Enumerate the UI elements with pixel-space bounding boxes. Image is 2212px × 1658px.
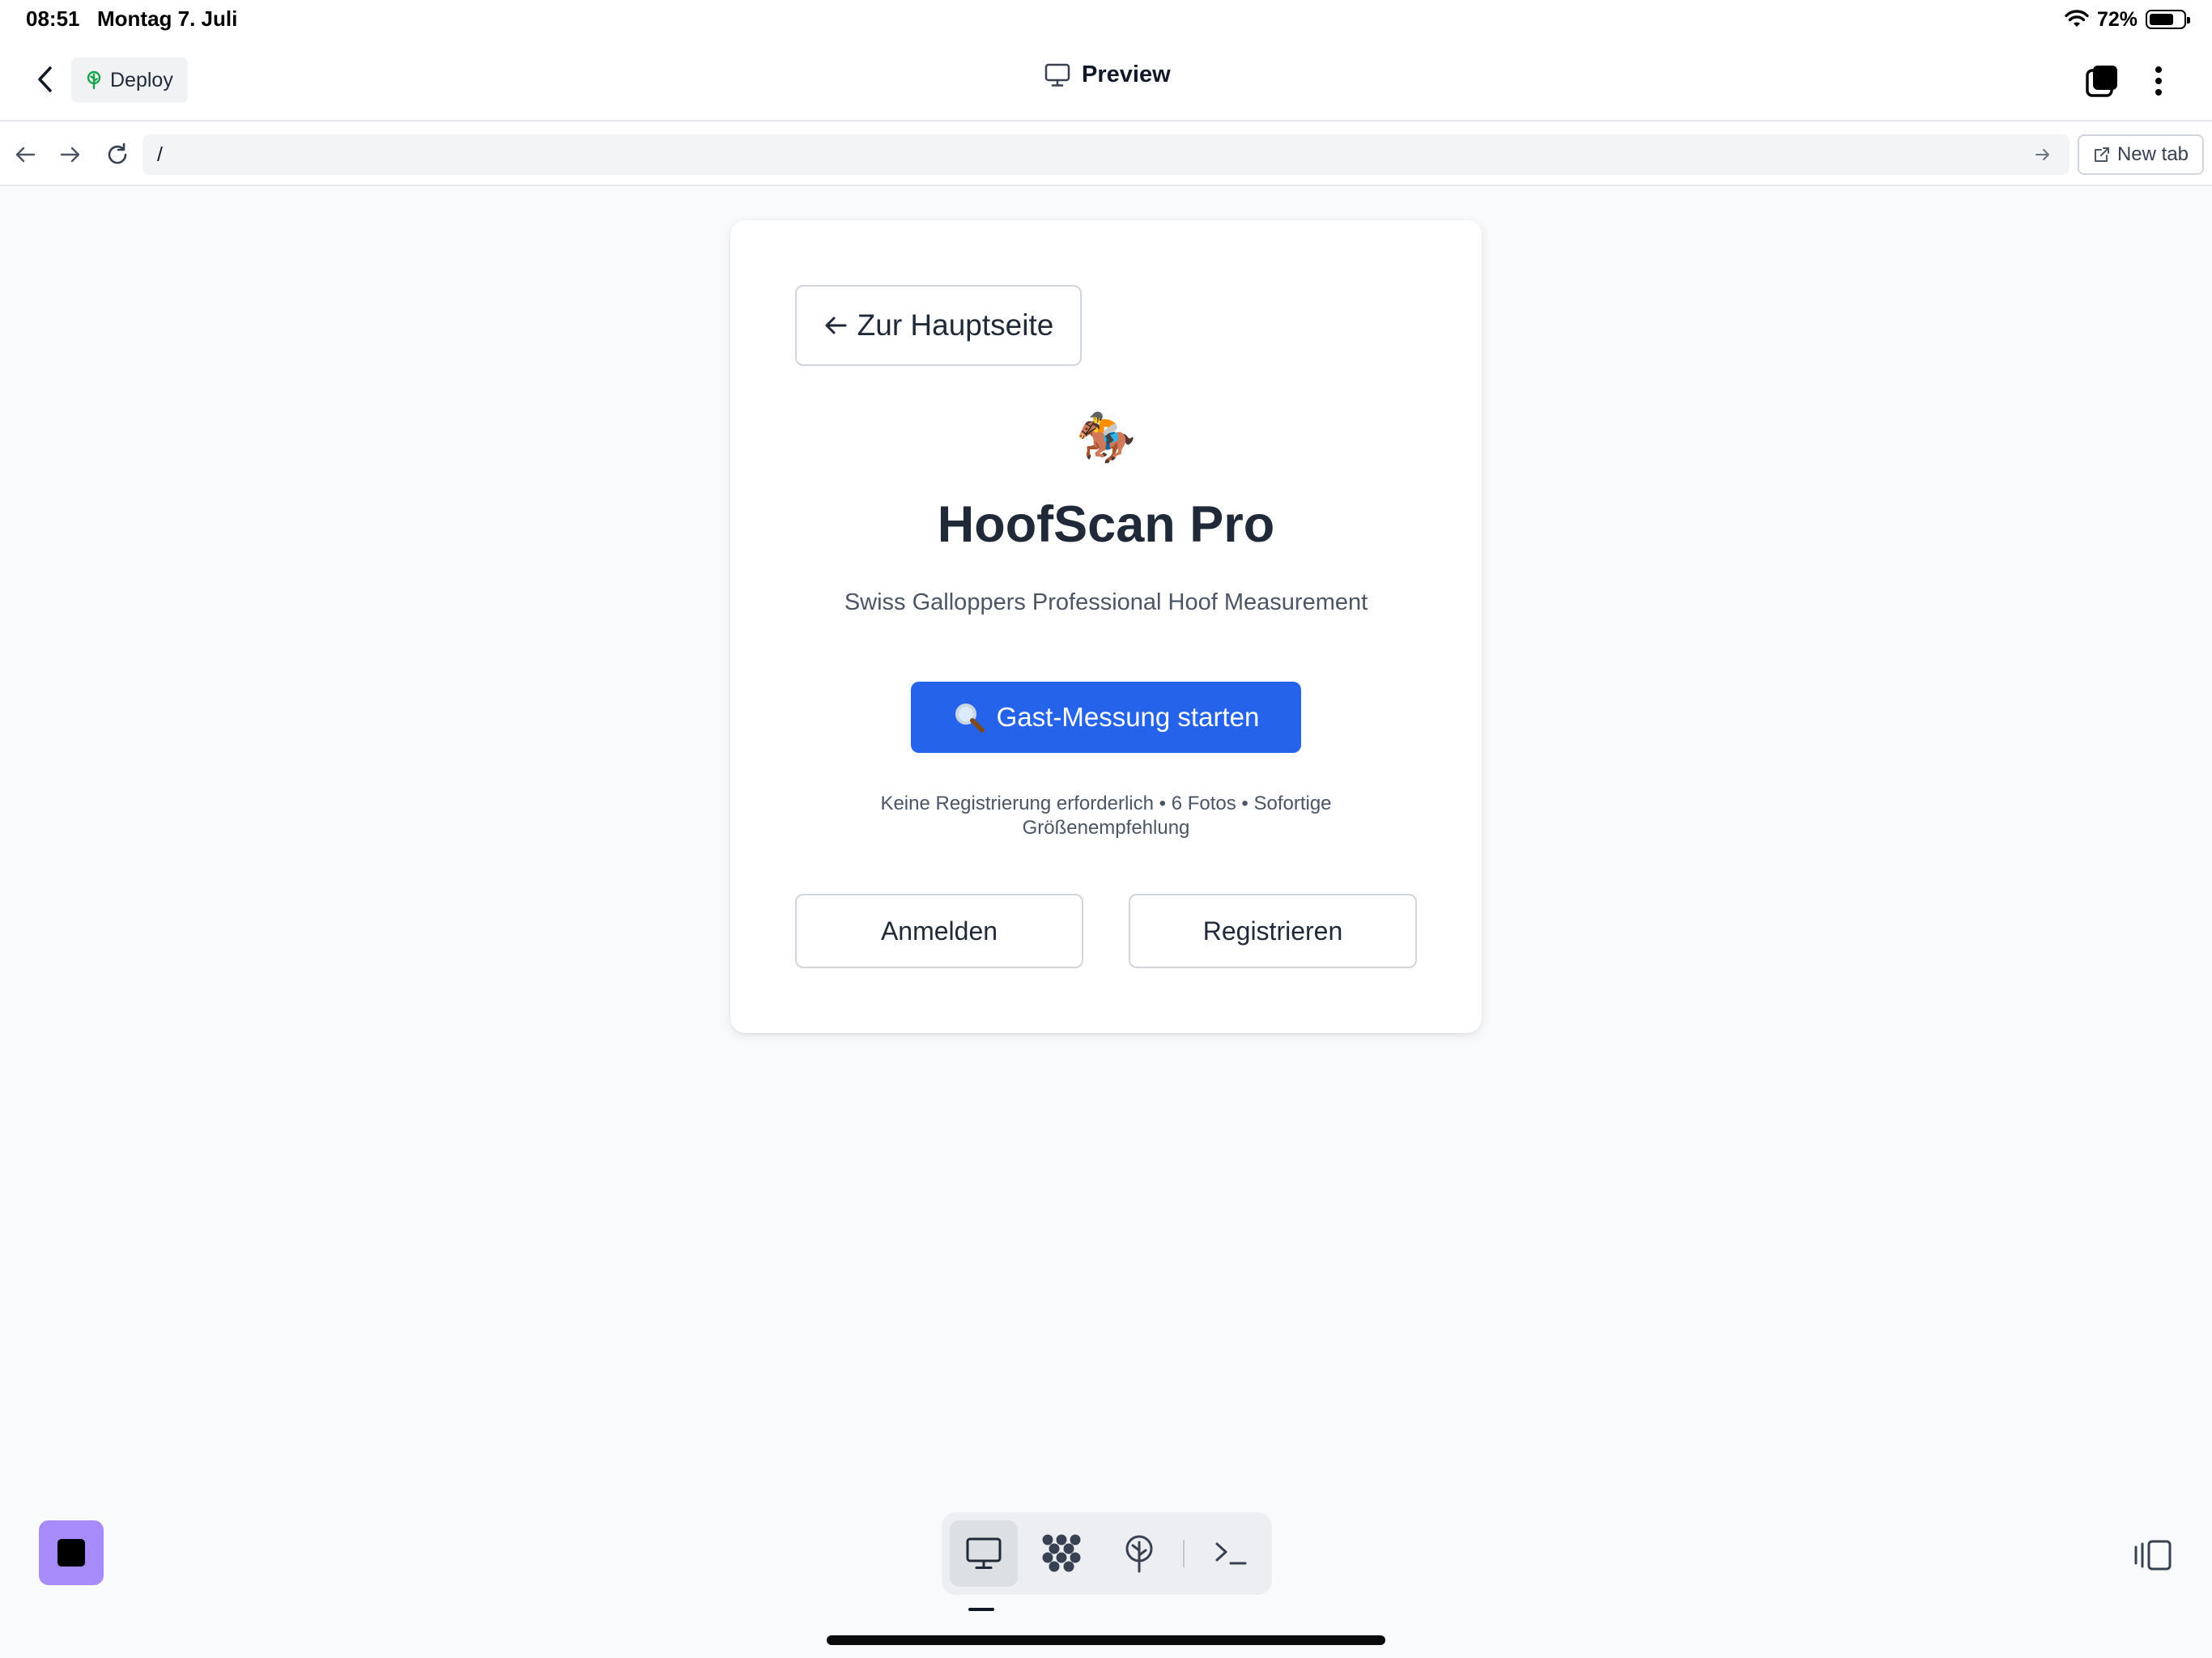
deploy-tool-button[interactable] xyxy=(1105,1520,1173,1587)
bottom-bar xyxy=(0,1486,2212,1658)
dots-grid-icon xyxy=(1042,1534,1081,1572)
deploy-label: Deploy xyxy=(110,68,173,91)
start-guest-measurement-label: Gast-Messung starten xyxy=(996,702,1260,732)
arrow-right-icon xyxy=(2035,149,2049,160)
search-icon xyxy=(953,701,985,733)
tabs-icon xyxy=(2086,66,2117,97)
status-indicators: 72% xyxy=(2065,6,2190,32)
login-button[interactable]: Anmelden xyxy=(795,894,1083,968)
monitor-icon xyxy=(966,1537,1002,1569)
url-text: / xyxy=(157,142,163,166)
preview-title: Preview xyxy=(1044,62,1171,88)
horse-racing-icon: 🏇 xyxy=(1075,410,1137,465)
terminal-tool-button[interactable] xyxy=(1197,1520,1266,1587)
new-tab-label: New tab xyxy=(2116,143,2189,165)
reload-icon xyxy=(108,142,127,164)
app-subtitle: Swiss Galloppers Professional Hoof Measu… xyxy=(844,589,1368,615)
sidebar-layout-icon xyxy=(2134,1540,2172,1571)
arrow-left-icon xyxy=(15,147,36,163)
stop-icon xyxy=(57,1539,85,1567)
app-root: 08:51 Montag 7. Juli 72% Deploy Preview … xyxy=(0,0,2212,1658)
browser-forward-button[interactable] xyxy=(53,138,87,172)
browser-back-button[interactable] xyxy=(8,138,42,172)
wifi-icon xyxy=(2065,10,2089,29)
active-tab-indicator xyxy=(968,1608,994,1611)
toolbar-divider xyxy=(1183,1540,1185,1567)
back-to-home-label: Zur Hauptseite xyxy=(857,308,1054,342)
welcome-card: Zur Hauptseite 🏇 HoofScan Pro Swiss Gall… xyxy=(730,220,1482,1033)
workspace-tool-button[interactable] xyxy=(1027,1520,1095,1587)
layout-toggle-button[interactable] xyxy=(2133,1535,2173,1575)
arrow-right-icon xyxy=(60,147,80,163)
more-options-button[interactable] xyxy=(2141,63,2176,99)
browser-bar: / New tab xyxy=(0,123,2212,186)
tree-icon xyxy=(87,70,101,90)
url-go-button[interactable] xyxy=(2031,142,2055,167)
stop-button[interactable] xyxy=(39,1520,104,1585)
arrow-left-icon xyxy=(825,317,847,334)
home-indicator xyxy=(827,1635,1385,1645)
status-date: Montag 7. Juli xyxy=(97,6,238,31)
register-button[interactable]: Registrieren xyxy=(1129,894,1417,968)
new-tab-button[interactable]: New tab xyxy=(2078,134,2204,175)
back-to-home-button[interactable]: Zur Hauptseite xyxy=(795,285,1082,366)
terminal-icon xyxy=(1215,1542,1247,1565)
preview-label: Preview xyxy=(1082,62,1171,87)
start-guest-measurement-button[interactable]: Gast-Messung starten xyxy=(911,682,1301,753)
view-switcher xyxy=(942,1512,1272,1595)
tabs-button[interactable] xyxy=(2084,63,2120,99)
deploy-tree-icon xyxy=(1125,1535,1153,1573)
chevron-left-icon xyxy=(38,66,52,92)
status-bar: 08:51 Montag 7. Juli 72% xyxy=(0,0,2212,40)
back-button[interactable] xyxy=(29,63,62,96)
external-link-icon xyxy=(2094,147,2109,162)
url-input[interactable]: / xyxy=(143,134,2069,175)
guest-note: Keine Registrierung erforderlich • 6 Fot… xyxy=(880,793,1332,839)
monitor-icon xyxy=(1044,63,1070,87)
app-title: HoofScan Pro xyxy=(937,496,1275,553)
battery-level xyxy=(2150,14,2173,25)
more-vertical-icon xyxy=(2155,66,2162,96)
deploy-button[interactable]: Deploy xyxy=(71,57,188,103)
preview-tool-button[interactable] xyxy=(950,1520,1018,1587)
battery-icon xyxy=(2146,10,2190,29)
top-toolbar: Deploy Preview xyxy=(0,40,2212,121)
battery-percentage: 72% xyxy=(2096,7,2138,31)
reload-button[interactable] xyxy=(100,138,134,172)
status-time: 08:51 xyxy=(26,6,80,31)
